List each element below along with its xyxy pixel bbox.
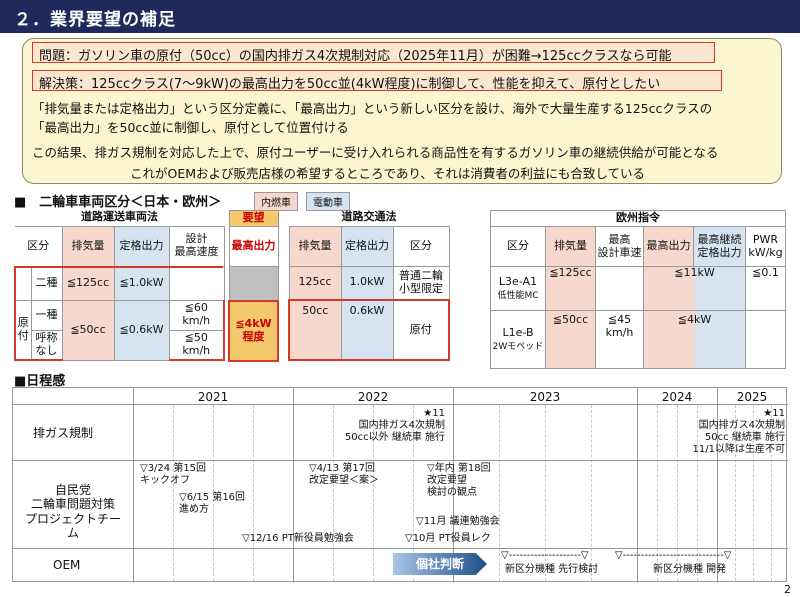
eu-directive-table: 欧州指令 区分 排気量 最高 設計車速 最高出力 最高継続 定格出力 PWR k… [490, 210, 786, 369]
eu-col-displacement: 排気量 [545, 226, 596, 267]
rt-125cc: 125cc [288, 265, 342, 301]
eu-col-max-rated: 最高継続 定格出力 [693, 226, 746, 267]
request-4kw: ≦4kW 程度 [228, 299, 279, 362]
oem-timeline-1-label: 新区分機種 先行検討 [505, 564, 599, 575]
road-traffic-law-header: 道路交通法 [341, 210, 397, 224]
page-title: ２．業界要望の補足 [0, 0, 800, 33]
ldp-event-pt-study: ▽12/16 PT新役員勉強会 [242, 533, 354, 544]
rt-normal2-small: 普通二輪 小型限定 [392, 265, 450, 301]
oem-timeline-2: ▽----------------------------▽ [615, 550, 732, 561]
jp-road-traffic-table: 道路交通法 排気量 定格出力 区分 125cc 1.0kW 普通二輪 小型限定 … [288, 210, 451, 361]
rt-1kw: 1.0kW [340, 265, 394, 301]
eu-col-category: 区分 [490, 226, 546, 267]
ldp-event-18: ▽年内 第18回 改定要望 検討の観点 [427, 463, 491, 498]
row-oem-label: OEM [53, 558, 81, 572]
eu-l3e: L3e-A1 [498, 274, 538, 288]
road-vehicle-law-header: 道路運送車両法 [81, 210, 159, 224]
jp-50cc: ≦50cc [61, 299, 115, 361]
year-2024: 2024 [661, 390, 693, 404]
year-2021: 2021 [197, 390, 229, 404]
summary-line-3: この結果、排ガス規制を対応した上で、原付ユーザーに受け入れられる商品性を有するガ… [32, 145, 719, 160]
rt-col-rated-output: 定格出力 [340, 225, 394, 267]
ldp-event-16: ▽6/15 第16回 進め方 [179, 492, 246, 515]
row-nickname-none: 呼称 なし [30, 329, 63, 361]
page-number: 2 [784, 583, 791, 596]
eu-l3e-sub: 低性能MC [497, 290, 539, 301]
eu-directive-header: 欧州指令 [490, 210, 786, 227]
summary-line-4: これがOEMおよび販売店様の希望するところであり、それは消費者の利益にも合致して… [130, 166, 646, 181]
problem-box: 問題：ガソリン車の原付（50cc）の国内排ガス4次規制対応（2025年11月）が… [32, 42, 715, 64]
eu-l1e-sub: 2Wモペッド [492, 341, 544, 352]
col-rated-output: 定格出力 [113, 225, 170, 267]
request-table: 要望 最高出力 ≦4kW 程度 [228, 210, 279, 362]
col-category: 区分 [15, 225, 63, 267]
jp-1kw: ≦1.0kW [113, 265, 170, 301]
oem-decision-arrow: 個社判断 [393, 553, 487, 575]
rt-col-displacement: 排気量 [288, 225, 342, 267]
eu-col-pwr: PWR kW/kg [745, 226, 786, 267]
col-design-speed: 設計 最高速度 [168, 225, 225, 267]
rt-50cc: 50cc [288, 299, 342, 361]
oem-timeline-1: ▽--------------------▽ [501, 550, 589, 561]
jp-50kmh: ≦50 km/h [168, 329, 226, 361]
summary-line-2: 「最高出力」を50cc並に制御し、原付として位置付ける [32, 120, 349, 135]
ldp-event-15: ▽3/24 第15回 キックオフ [140, 463, 207, 486]
jp-06kw: ≦0.6kW [113, 299, 170, 361]
year-2025: 2025 [736, 390, 768, 404]
jp-125cc: ≦125cc [61, 265, 115, 301]
eu-l1e-kw: ≦4kW [643, 310, 746, 369]
eu-l1e-speed: ≦45 km/h [595, 310, 644, 369]
row-emission-label: 排ガス規制 [33, 426, 94, 440]
eu-l1e: L1e-B [502, 325, 534, 339]
eu-l3e-kw: ≦11kW [643, 266, 746, 311]
red-outline-top-jp [14, 266, 223, 268]
rt-gentsuki: 原付 [392, 299, 451, 361]
request-header: 要望 [228, 210, 279, 227]
eu-l3e-pwr: ≦0.1 [745, 266, 786, 311]
ldp-event-17: ▽4/13 第17回 改定要望＜案＞ [309, 463, 379, 486]
classification-title: ■ 二輪車車両区分＜日本・欧州＞ [14, 195, 222, 210]
emission-2025-event: ★11 国内排ガス4次規制 50cc 継続車 施行 11/1以降は生産不可 [692, 408, 785, 455]
row-ldp-label: 自民党 二輪車問題対策 プロジェクトチーム [24, 483, 121, 541]
year-2023: 2023 [529, 390, 561, 404]
row-gentsuki: 原 付 [14, 299, 32, 361]
summary-line-1: 「排気量または定格出力」という区分定義に、「最高出力」という新しい区分を設け、海… [32, 101, 713, 116]
schedule-chart: 2021 2022 2023 2024 2025 排ガス規制 自民党 二輪車問題… [12, 387, 788, 583]
year-2022: 2022 [357, 390, 389, 404]
legend-ice: 内燃車 [254, 192, 298, 211]
jp-vehicle-law-table: 道路運送車両法 区分 排気量 定格出力 設計 最高速度 二種 ≦125cc ≦1… [14, 210, 226, 361]
rt-06kw: 0.6kW [340, 299, 394, 361]
request-col-max-output: 最高出力 [228, 226, 279, 267]
col-displacement: 排気量 [61, 225, 115, 267]
eu-l1e-cc: ≦50cc [545, 310, 596, 369]
eu-col-speed: 最高 設計車速 [595, 226, 644, 267]
ldp-event-pt-lecture: ▽10月 PT役員レク [405, 533, 491, 544]
jp-60kmh: ≦60 km/h [168, 299, 226, 331]
row-first-class: 一種 [30, 299, 63, 331]
emission-2022-event: ★11 国内排ガス4次規制 50cc以外 継続車 施行 [344, 408, 445, 443]
red-outline-left-jp [14, 266, 16, 300]
eu-l3e-cc: ≦125cc [545, 266, 596, 311]
eu-col-max-output: 最高出力 [643, 226, 694, 267]
row-second-class: 二種 [30, 265, 63, 301]
solution-box: 解決策：125ccクラス(7～9kW)の最高出力を50cc並(4kW程度)に制御… [32, 70, 722, 92]
rt-col-category: 区分 [392, 225, 450, 267]
ldp-event-caucus: ▽11月 議連勉強会 [416, 516, 500, 527]
legend-ev: 電動車 [306, 192, 350, 211]
oem-timeline-2-label: 新区分機種 開発 [653, 564, 727, 575]
